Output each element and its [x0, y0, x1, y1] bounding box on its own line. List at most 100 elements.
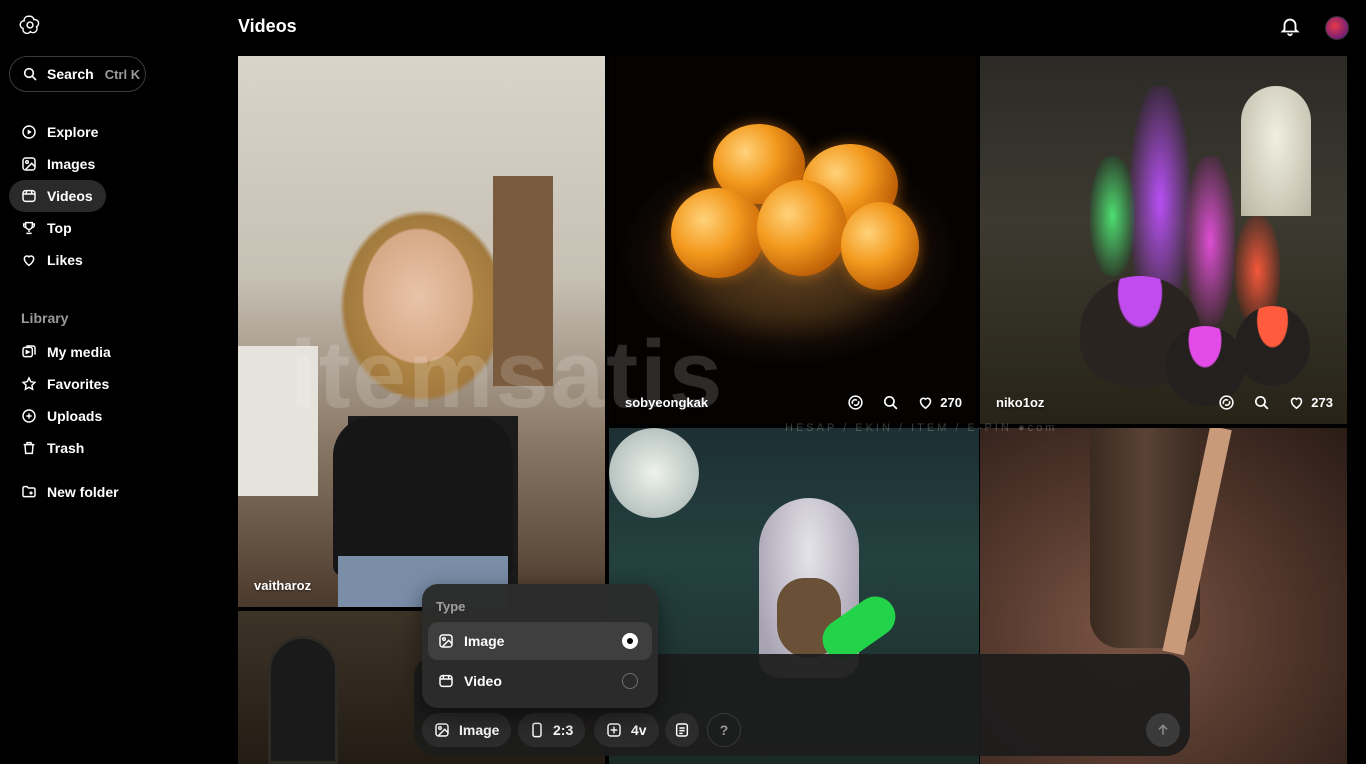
page-title: Videos	[238, 16, 297, 36]
nav-item-trash[interactable]: Trash	[9, 432, 209, 464]
grid-icon	[607, 723, 621, 737]
like-count: 273	[1311, 395, 1333, 410]
arrow-up-icon	[1158, 724, 1168, 735]
nav-item-label: Uploads	[47, 408, 103, 424]
media-tile[interactable]: niko1oz 273	[980, 56, 1347, 424]
nav-item-videos[interactable]: Videos	[9, 180, 106, 212]
sidebar: Search Ctrl K Explore Images Videos Top …	[0, 0, 224, 764]
watermark-subtext: HESAP / EKIN / ITEM / E-PIN ●com	[785, 422, 1058, 434]
like-count: 270	[940, 395, 962, 410]
nav-item-label: Videos	[47, 188, 93, 204]
aspect-ratio-button[interactable]: 2:3	[518, 713, 586, 747]
nav-item-favorites[interactable]: Favorites	[9, 368, 209, 400]
media-tile[interactable]: sobyeongkak 270	[609, 56, 976, 424]
star-icon	[21, 376, 37, 392]
watermark-subtext-main: HESAP / EKIN / ITEM / E-PIN	[785, 422, 1012, 434]
image-icon	[435, 723, 449, 737]
search-button[interactable]: Search Ctrl K	[9, 56, 146, 92]
type-option-video[interactable]: Video	[428, 662, 652, 700]
like-button[interactable]: 273	[1288, 394, 1333, 411]
trash-icon	[21, 440, 37, 456]
library-heading: Library	[21, 310, 69, 326]
watermark-subtext-suffix: com	[1027, 422, 1058, 434]
tile-image-detail	[671, 188, 765, 278]
nav-item-label: Top	[47, 220, 72, 236]
type-option-image[interactable]: Image	[428, 622, 652, 660]
video-icon	[439, 674, 453, 688]
type-option-label: Image	[464, 633, 505, 649]
search-shortcut: Ctrl K	[104, 66, 141, 82]
nav-item-label: Images	[47, 156, 96, 172]
document-icon	[675, 723, 689, 737]
image-icon	[439, 634, 453, 648]
type-selector-button[interactable]: Image	[422, 713, 512, 747]
type-selector-label: Image	[459, 722, 500, 738]
nav-item-likes[interactable]: Likes	[9, 244, 209, 276]
aspect-ratio-label: 2:3	[553, 722, 574, 738]
nav-item-explore[interactable]: Explore	[9, 116, 209, 148]
tile-image-detail	[1235, 306, 1310, 386]
tile-username[interactable]: sobyeongkak	[625, 395, 708, 410]
radio-selected[interactable]	[622, 633, 638, 649]
heart-icon	[21, 252, 37, 268]
submit-button[interactable]	[1146, 713, 1180, 747]
help-label: ?	[719, 722, 729, 738]
tile-image-detail	[333, 416, 513, 576]
like-button[interactable]: 270	[917, 394, 962, 411]
nav-item-top[interactable]: Top	[9, 212, 209, 244]
tile-username[interactable]: vaitharoz	[254, 578, 311, 593]
tile-actions: 273	[1218, 394, 1333, 411]
nav-item-label: Trash	[47, 440, 85, 456]
heart-icon	[1291, 397, 1303, 410]
type-dropdown-title: Type	[436, 599, 466, 614]
nav-item-label: Favorites	[47, 376, 110, 392]
prompt-details-button[interactable]	[665, 713, 699, 747]
tile-image-detail	[1185, 156, 1235, 326]
video-icon	[21, 188, 37, 204]
trophy-icon	[21, 220, 37, 236]
nav-item-images[interactable]: Images	[9, 148, 209, 180]
variations-label: 4v	[631, 722, 647, 738]
tile-image-detail	[841, 202, 919, 290]
tile-image-detail	[609, 428, 699, 518]
remix-icon[interactable]	[1218, 394, 1235, 411]
logo-icon[interactable]	[19, 14, 41, 36]
tile-image-detail	[238, 346, 318, 496]
library-nav: My media Favorites Uploads Trash New fol…	[9, 336, 209, 508]
tile-username[interactable]: niko1oz	[996, 395, 1044, 410]
compass-icon	[21, 124, 37, 140]
tile-image-detail	[493, 176, 553, 386]
media-tile[interactable]: vaitharoz	[238, 56, 605, 607]
variations-button[interactable]: 4v	[594, 713, 659, 747]
type-dropdown-menu: Type Image Video	[422, 584, 658, 708]
bell-icon[interactable]	[1279, 15, 1301, 37]
media-icon	[21, 344, 37, 360]
new-folder-button[interactable]: New folder	[9, 476, 209, 508]
nav-item-my-media[interactable]: My media	[9, 336, 209, 368]
new-folder-label: New folder	[47, 484, 119, 500]
phone-icon	[532, 722, 542, 738]
main-nav: Explore Images Videos Top Likes	[9, 116, 209, 276]
avatar[interactable]	[1325, 16, 1349, 40]
tile-actions: 270	[847, 394, 962, 411]
radio-unselected[interactable]	[622, 673, 638, 689]
tile-image-detail	[1090, 156, 1135, 276]
nav-item-label: My media	[47, 344, 111, 360]
remix-icon[interactable]	[847, 394, 864, 411]
folder-plus-icon	[21, 484, 37, 500]
search-icon[interactable]	[1253, 394, 1270, 411]
heart-icon	[920, 397, 932, 410]
nav-item-uploads[interactable]: Uploads	[9, 400, 209, 432]
nav-item-label: Likes	[47, 252, 83, 268]
search-label: Search	[47, 66, 94, 82]
search-icon[interactable]	[882, 394, 899, 411]
search-icon	[23, 67, 37, 81]
tile-image-detail	[268, 636, 338, 764]
image-icon	[21, 156, 37, 172]
tile-image-detail	[757, 180, 847, 276]
nav-item-label: Explore	[47, 124, 99, 140]
help-button[interactable]: ?	[707, 713, 741, 747]
tile-image-detail	[1241, 86, 1311, 216]
type-option-label: Video	[464, 673, 502, 689]
upload-icon	[21, 408, 37, 424]
